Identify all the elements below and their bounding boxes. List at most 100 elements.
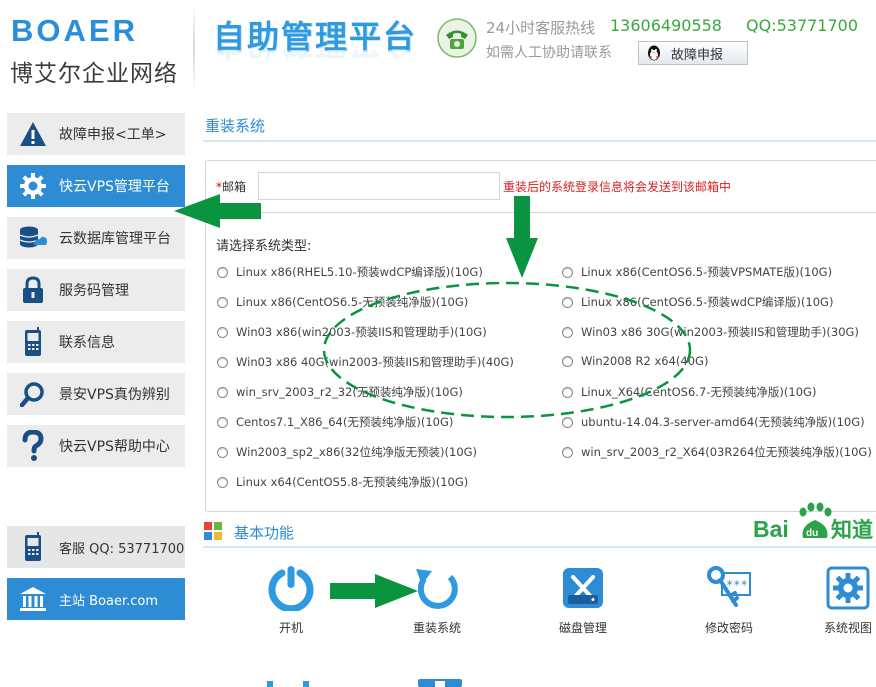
os-option[interactable]: Centos7.1_X86_64(无预装纯净版)(10G) [217,414,453,430]
fault-report-button[interactable]: 故障申报 [638,41,748,65]
phone-icon [7,327,59,357]
os-option[interactable]: Linux x86(RHEL5.10-预装wdCP编译版)(10G) [217,264,483,280]
power-icon [268,566,314,611]
reinstall-section-title: 重装系统 [205,117,266,135]
sidebar-item-label: 联系信息 [59,335,115,351]
radio-button[interactable] [562,386,573,398]
reinstall-system-label: 重装系统 [412,621,461,635]
self-service-platform: BOAER 博艾尔企业网络 自助管理平台 自助管理平台 24小时客服热线 136… [0,0,876,687]
svg-text:du: du [806,528,818,539]
system-view-label: 系统视图 [823,621,872,635]
radio-button[interactable] [562,266,573,278]
svg-text:知道: 知道 [831,518,873,542]
phone-icon [7,532,59,562]
hotline-label: 24小时客服热线 [486,19,596,37]
app-title-reflection: 自助管理平台 [213,50,417,68]
os-option[interactable]: Linux x86(CentOS6.5-无预装纯净版)(10G) [217,294,468,310]
sidebar-item-service-code[interactable]: 服务码管理 [7,269,185,311]
partial-function-icon [418,679,462,687]
os-option[interactable]: Win2003_sp2_x86(32位纯净版无预装)(10G) [217,444,477,460]
radio-button[interactable] [217,296,228,308]
sidebar-item-label: 快云VPS管理平台 [59,179,170,195]
os-option[interactable]: Linux x86(CentOS6.5-预装VPSMATE版)(10G) [562,264,832,280]
change-password-label: 修改密码 [704,621,753,635]
radio-button[interactable] [217,416,228,428]
partial-function-icon [267,681,309,687]
os-option[interactable]: Win03 x86 40G(win2003-预装IIS和管理助手)(40G) [217,354,514,370]
lock-icon [7,276,59,304]
database-icon [7,225,59,251]
baidu-zhidao-logo: Bai du 知道 [753,500,876,544]
svg-text:***: *** [726,578,748,592]
email-field[interactable] [258,172,500,200]
os-option[interactable]: win_srv_2003_r2_X64(03R264位无预装纯净版)(10G) [562,444,872,460]
email-hint: 重装后的系统登录信息将会发送到该邮箱中 [503,180,732,194]
sidebar-item-label: 故障申报<工单> [59,127,167,143]
settings-icon [826,566,870,610]
sidebar-item-label: 服务码管理 [59,283,129,299]
change-password-button[interactable]: *** 修改密码 [684,565,774,636]
header-divider [193,4,195,92]
radio-button[interactable] [217,476,228,488]
gear-icon [7,172,59,200]
radio-button[interactable] [217,356,228,368]
sidebar-item-help-center[interactable]: 快云VPS帮助中心 [7,425,185,467]
radio-button[interactable] [217,446,228,458]
radio-button[interactable] [562,355,573,367]
sidebar-item-label: 快云VPS帮助中心 [59,439,170,455]
section-divider [203,546,876,548]
sidebar-item-fault-report[interactable]: 故障申报<工单> [7,113,185,155]
sidebar-service-qq[interactable]: 客服 QQ: 53771700 [7,526,185,568]
brand-logo-cn: 博艾尔企业网络 [10,61,178,87]
os-option[interactable]: Win03 x86 30G(win2003-预装IIS和管理助手)(30G) [562,324,859,340]
assist-text: 如需人工协助请联系 [486,45,612,61]
basic-functions-title: 基本功能 [234,524,295,542]
help-icon [7,430,59,462]
power-on-button[interactable]: 开机 [246,565,336,636]
disk-management-button[interactable]: 磁盘管理 [538,565,628,636]
radio-button[interactable] [217,326,228,338]
disk-management-label: 磁盘管理 [558,621,607,635]
brand-logo-en[interactable]: BOAER [11,13,138,49]
windows-logo-icon [204,522,222,540]
qq-penguin-icon [648,45,660,61]
os-option[interactable]: Win03 x86(win2003-预装IIS和管理助手)(10G) [217,324,487,340]
sidebar-item-contact[interactable]: 联系信息 [7,321,185,363]
radio-button[interactable] [562,326,573,338]
sidebar-item-label: 云数据库管理平台 [59,231,171,247]
disk-tools-icon [563,568,603,608]
sidebar-item-label: 景安VPS真伪辨别 [59,387,170,403]
system-view-button[interactable]: 系统视图 [803,565,876,636]
sidebar-main-site[interactable]: 主站 Boaer.com [7,578,185,620]
radio-button[interactable] [562,446,573,458]
qq-number: QQ:53771700 [746,16,859,35]
reinstall-system-button[interactable]: 重装系统 [392,565,482,636]
radio-button[interactable] [217,386,228,398]
telephone-icon [437,18,477,58]
os-type-prompt: 请选择系统类型: [216,239,312,254]
os-option[interactable]: Win2008 R2 x64(40G) [562,354,708,368]
form-divider [206,212,876,213]
key-icon: *** [707,566,751,607]
os-option[interactable]: Linux x64(CentOS5.8-无预装纯净版)(10G) [217,474,468,490]
os-option[interactable]: ubuntu-14.04.3-server-amd64(无预装纯净版)(10G) [562,414,865,430]
main-site-label: 主站 Boaer.com [59,593,159,609]
sidebar-item-cloud-database[interactable]: 云数据库管理平台 [7,217,185,259]
search-icon [7,381,59,407]
warning-icon [7,121,59,147]
os-option[interactable]: win_srv_2003_r2_32(无预装纯净版)(10G) [217,384,463,400]
svg-text:Bai: Bai [753,516,789,542]
service-qq-label: 客服 QQ: 53771700 [59,541,185,557]
radio-button[interactable] [217,266,228,278]
radio-button[interactable] [562,296,573,308]
radio-button[interactable] [562,416,573,428]
sidebar-item-vps-verify[interactable]: 景安VPS真伪辨别 [7,373,185,415]
hotline-number: 13606490558 [610,16,722,35]
bank-icon [7,586,59,612]
os-option[interactable]: Linux x86(CentOS6.5-预装wdCP编译版)(10G) [562,294,833,310]
email-label: *邮箱 [216,180,247,194]
sidebar-item-vps-platform[interactable]: 快云VPS管理平台 [7,165,185,207]
os-option[interactable]: Linux_X64(CentOS6.7-无预装纯净版)(10G) [562,384,816,400]
section-divider [203,140,876,142]
reinstall-icon [416,569,458,609]
